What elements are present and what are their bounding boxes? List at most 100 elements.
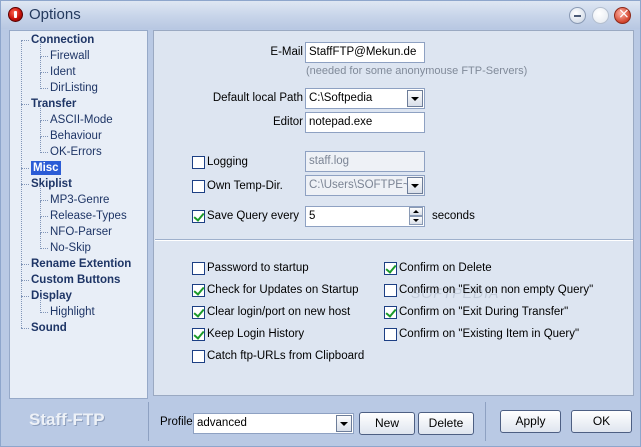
option-label: Clear login/port on new host (207, 306, 351, 318)
tree-item-rename-extention[interactable]: Rename Extention (31, 257, 131, 271)
option-label: Password to startup (207, 262, 309, 274)
editor-label: Editor (272, 116, 303, 128)
tree-connector (21, 40, 29, 41)
new-profile-button[interactable]: New (359, 412, 415, 435)
tree-connector (40, 72, 48, 73)
save-query-spinner[interactable]: 5 (305, 206, 425, 227)
options-window: Options ConnectionFirewallIdentDirListin… (0, 0, 641, 447)
tree-connector (40, 248, 48, 249)
tree-item-firewall[interactable]: Firewall (50, 49, 90, 63)
editor-field[interactable]: notepad.exe (305, 112, 425, 133)
tree-item-sound[interactable]: Sound (31, 321, 67, 335)
category-tree[interactable]: Connection Firewall Ident DirListing Transfe… (9, 30, 148, 399)
tree-connector (21, 264, 29, 265)
profile-combo[interactable]: advanced (193, 413, 354, 434)
tree-item-ok-errors[interactable]: OK-Errors (50, 145, 102, 159)
tree-connector (40, 137, 41, 153)
tree-item-nfo-parser[interactable]: NFO-Parser (50, 225, 112, 239)
tree-item-ascii-mode[interactable]: ASCII-Mode (50, 113, 113, 127)
option-label: Confirm on Delete (399, 262, 492, 274)
tree-connector (40, 185, 41, 201)
spin-up-icon[interactable] (409, 207, 423, 216)
tree-item-transfer[interactable]: Transfer (31, 97, 76, 111)
tree-connector (21, 328, 29, 329)
option-label: Confirm on "Exit During Transfer" (399, 306, 569, 318)
temp-dir-value: C:\Users\SOFTPE~1 (309, 179, 417, 191)
tree-connector (40, 120, 48, 121)
option-label: Check for Updates on Startup (207, 284, 359, 296)
tree-item-skiplist[interactable]: Skiplist (31, 177, 72, 191)
tree-connector (40, 121, 41, 137)
spin-down-icon[interactable] (409, 216, 423, 225)
email-hint: (needed for some anonymouse FTP-Servers) (306, 65, 528, 77)
tree-connector (21, 40, 22, 328)
option-checkbox[interactable] (384, 306, 397, 319)
tree-connector (40, 233, 41, 249)
logging-file-field[interactable]: staff.log (305, 151, 425, 172)
tree-connector (40, 216, 48, 217)
logging-checkbox[interactable] (192, 156, 205, 169)
tree-connector (40, 57, 41, 73)
option-checkbox[interactable] (384, 262, 397, 275)
logging-label: Logging (207, 156, 248, 168)
save-query-checkbox[interactable] (192, 210, 205, 223)
tree-item-release-types[interactable]: Release-Types (50, 209, 127, 223)
window-title: Options (29, 6, 81, 23)
option-checkbox[interactable] (192, 284, 205, 297)
minimize-icon[interactable] (569, 7, 586, 24)
tree-item-misc[interactable]: Misc (31, 161, 61, 175)
ok-button[interactable]: OK (571, 410, 632, 433)
tree-item-highlight[interactable]: Highlight (50, 305, 95, 319)
option-checkbox[interactable] (192, 262, 205, 275)
option-checkbox[interactable] (384, 284, 397, 297)
app-logo: Staff-FTP (29, 410, 105, 429)
chevron-down-icon[interactable] (407, 177, 423, 194)
tree-item-custom-buttons[interactable]: Custom Buttons (31, 273, 120, 287)
tree-connector (40, 232, 48, 233)
option-checkbox[interactable] (192, 328, 205, 341)
tree-connector (21, 168, 29, 169)
tree-item-no-skip[interactable]: No-Skip (50, 241, 91, 255)
profile-label: Profile (160, 416, 193, 428)
footer-divider (485, 402, 486, 441)
option-label: Confirm on "Existing Item in Query" (399, 328, 580, 340)
apply-button[interactable]: Apply (500, 410, 561, 433)
section-divider (155, 239, 633, 241)
tree-item-dirlisting[interactable]: DirListing (50, 81, 98, 95)
tree-connector (40, 201, 41, 217)
delete-profile-button[interactable]: Delete (418, 412, 474, 435)
tree-item-display[interactable]: Display (31, 289, 72, 303)
local-path-combo[interactable]: C:\Softpedia (305, 88, 425, 109)
app-icon (8, 7, 23, 22)
tree-connector (40, 73, 41, 89)
temp-dir-combo[interactable]: C:\Users\SOFTPE~1 (305, 175, 425, 196)
tree-item-ident[interactable]: Ident (50, 65, 76, 79)
email-field[interactable]: StaffFTP@Mekun.de (305, 42, 425, 63)
option-checkbox[interactable] (384, 328, 397, 341)
tree-connector (21, 280, 29, 281)
tree-connector (40, 56, 48, 57)
tree-connector (40, 152, 48, 153)
tree-connector (40, 312, 48, 313)
option-checkbox[interactable] (192, 306, 205, 319)
option-label: Keep Login History (207, 328, 305, 340)
chevron-down-icon[interactable] (336, 415, 352, 432)
tree-connector (40, 105, 41, 121)
title-bar[interactable]: Options (1, 1, 640, 29)
local-path-value: C:\Softpedia (309, 92, 373, 104)
option-checkbox[interactable] (192, 350, 205, 363)
tree-connector (40, 217, 41, 233)
tree-item-mp3-genre[interactable]: MP3-Genre (50, 193, 109, 207)
temp-dir-checkbox[interactable] (192, 180, 205, 193)
local-path-label: Default local Path (212, 92, 303, 104)
tree-item-behaviour[interactable]: Behaviour (50, 129, 102, 143)
email-label: E-Mail (270, 46, 303, 58)
tree-connector (21, 296, 29, 297)
close-icon[interactable] (614, 6, 631, 24)
profile-value: advanced (197, 417, 247, 429)
chevron-down-icon[interactable] (407, 90, 423, 107)
tree-connector (21, 184, 29, 185)
tree-connector (40, 41, 41, 57)
tree-connector (40, 297, 41, 313)
save-query-unit: seconds (432, 210, 475, 222)
